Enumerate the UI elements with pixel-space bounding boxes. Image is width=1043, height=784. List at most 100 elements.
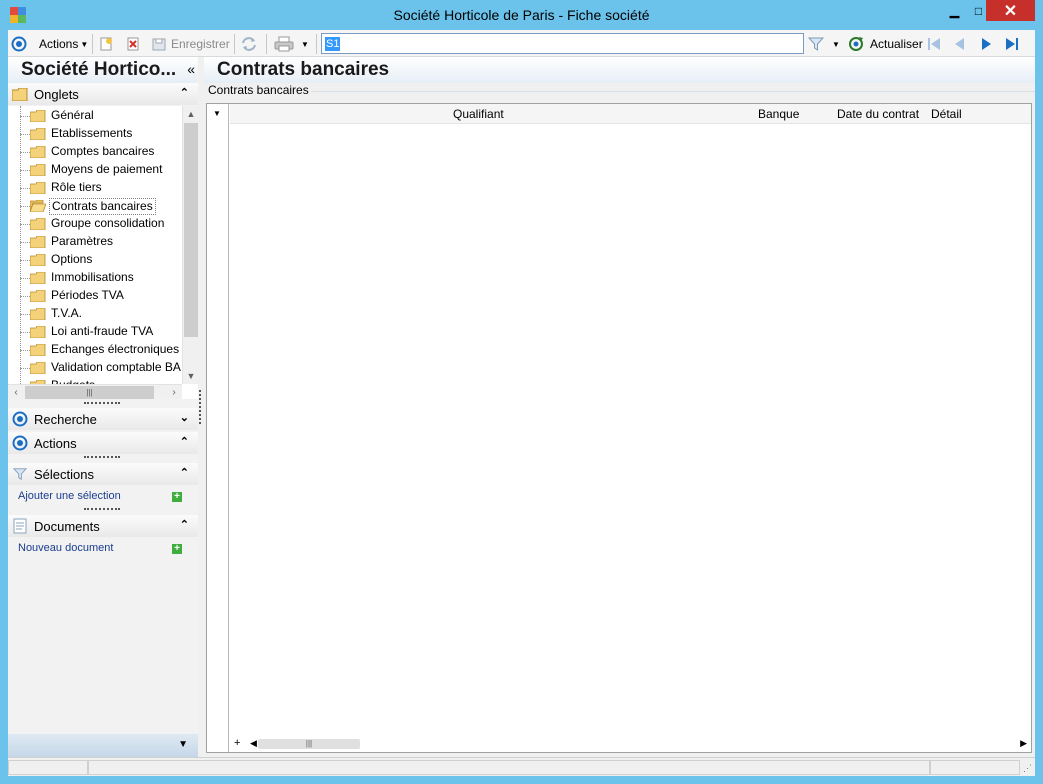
documents-section-header[interactable]: Documents ⌃: [8, 515, 198, 537]
delete-button[interactable]: [125, 34, 141, 54]
save-button[interactable]: Enregistrer: [151, 34, 230, 54]
chevron-up-icon[interactable]: ⌃: [180, 435, 189, 448]
first-record-button[interactable]: [926, 34, 942, 54]
add-selection-link[interactable]: Ajouter une sélection: [18, 490, 121, 502]
contracts-grid[interactable]: ▼ Qualifiant Banque Date du contrat Déta…: [206, 103, 1032, 753]
search-selected-text: S1: [325, 37, 341, 51]
column-header-banque[interactable]: Banque: [758, 107, 799, 121]
main-area: Contrats bancaires Contrats bancaires ▼ …: [204, 57, 1035, 757]
chevron-up-icon[interactable]: ⌃: [180, 86, 189, 99]
resize-grip[interactable]: [84, 456, 120, 458]
title-bar: Société Horticole de Paris - Fiche socié…: [0, 0, 1043, 30]
actions-section-header[interactable]: Actions ⌃: [8, 432, 198, 454]
scroll-down-icon[interactable]: ▼: [183, 368, 198, 384]
tree-item[interactable]: Options: [8, 251, 182, 269]
tree-item[interactable]: Périodes TVA: [8, 287, 182, 305]
resize-grip[interactable]: [84, 508, 120, 510]
save-icon: [152, 38, 166, 51]
refresh-label: Actualiser: [870, 37, 923, 51]
tree-vertical-scrollbar[interactable]: ▲ ▼: [182, 106, 198, 384]
tree-connector: [20, 314, 30, 315]
next-record-button[interactable]: [978, 34, 994, 54]
tree-item[interactable]: Comptes bancaires: [8, 143, 182, 161]
recherche-section-header[interactable]: Recherche ⌄: [8, 408, 198, 430]
actions-menu-button[interactable]: Actions ▼: [39, 34, 88, 54]
scroll-left-icon[interactable]: ◀: [250, 738, 257, 749]
search-input[interactable]: [324, 35, 801, 52]
chevron-down-icon[interactable]: ▼: [213, 109, 221, 118]
scroll-thumb[interactable]: |||: [25, 386, 154, 399]
print-button[interactable]: ▼: [274, 34, 309, 54]
tree-item[interactable]: Général: [8, 107, 182, 125]
chevron-down-icon[interactable]: ▼: [178, 739, 188, 750]
tree-connector: [20, 350, 30, 351]
onglets-section-header[interactable]: Onglets ⌃: [8, 83, 198, 105]
new-document-icon: [100, 37, 112, 51]
selections-section-header[interactable]: Sélections ⌃: [8, 463, 198, 485]
previous-icon: [955, 38, 964, 50]
tree-connector: [20, 206, 30, 207]
actions-section-label: Actions: [34, 435, 77, 451]
tree-connector: [20, 224, 30, 225]
tree-item[interactable]: Loi anti-fraude TVA: [8, 323, 182, 341]
tree-item-label: Général: [51, 108, 94, 122]
filter-button[interactable]: ▼: [808, 34, 840, 54]
tree-item[interactable]: Etablissements: [8, 125, 182, 143]
tree-item[interactable]: Echanges électroniques: [8, 341, 182, 359]
toolbar-separator: [316, 34, 317, 54]
grid-scroll-thumb[interactable]: |||: [258, 739, 360, 749]
sync-button[interactable]: [240, 34, 258, 54]
collapse-panel-button[interactable]: «: [187, 61, 195, 77]
column-header-qualifiant[interactable]: Qualifiant: [453, 107, 504, 121]
resize-grip[interactable]: [84, 402, 120, 404]
left-panel: Société Hortico... « Onglets ⌃ Général Et…: [8, 57, 198, 757]
tree-item[interactable]: Budgets: [8, 377, 182, 384]
tree-connector: [20, 296, 30, 297]
last-icon: [1006, 38, 1018, 50]
search-box[interactable]: S1: [321, 33, 804, 54]
folder-icon: [30, 146, 46, 158]
scroll-right-icon[interactable]: ▶: [1020, 738, 1027, 749]
refresh-icon: [849, 37, 863, 51]
tree-item[interactable]: Moyens de paiement: [8, 161, 182, 179]
new-document-plus-icon[interactable]: +: [172, 544, 182, 554]
printer-icon: [274, 36, 294, 52]
actions-circle-icon[interactable]: [11, 34, 27, 54]
window-title: Société Horticole de Paris - Fiche socié…: [393, 7, 650, 23]
refresh-button[interactable]: Actualiser: [848, 34, 923, 54]
tree-item[interactable]: Validation comptable BA: [8, 359, 182, 377]
add-selection-plus-icon[interactable]: +: [172, 492, 182, 502]
column-header-detail[interactable]: Détail: [931, 107, 962, 121]
new-record-button[interactable]: [98, 34, 114, 54]
folder-icon: [30, 254, 46, 266]
toolbar: Actions ▼ Enregistrer ▼ S1 ▼ Actualiser: [8, 30, 1035, 57]
tree-connector: [20, 368, 30, 369]
new-document-link[interactable]: Nouveau document: [18, 542, 113, 554]
scroll-up-icon[interactable]: ▲: [183, 106, 198, 122]
resize-grip-icon[interactable]: ⋰: [1023, 763, 1032, 774]
close-button[interactable]: ✕: [986, 0, 1035, 21]
chevron-up-icon[interactable]: ⌃: [180, 466, 189, 479]
onglets-section-label: Onglets: [34, 86, 79, 102]
tree-item-label: Options: [51, 252, 93, 266]
panel-splitter[interactable]: [199, 390, 201, 424]
tree-connector: [20, 170, 30, 171]
column-header-date-du-contrat[interactable]: Date du contrat: [837, 107, 919, 121]
scroll-right-icon[interactable]: ›: [166, 385, 182, 399]
scroll-left-icon[interactable]: ‹: [8, 385, 24, 399]
tree-item[interactable]: Paramètres: [8, 233, 182, 251]
tree-item[interactable]: Immobilisations: [8, 269, 182, 287]
scroll-thumb[interactable]: [184, 123, 198, 337]
last-record-button[interactable]: [1004, 34, 1020, 54]
tree-item[interactable]: Groupe consolidation: [8, 215, 182, 233]
status-bar: ⋰: [8, 757, 1035, 776]
previous-record-button[interactable]: [952, 34, 968, 54]
chevron-down-icon[interactable]: ⌄: [180, 411, 189, 424]
chevron-up-icon[interactable]: ⌃: [180, 518, 189, 531]
tree-item[interactable]: T.V.A.: [8, 305, 182, 323]
tree-item[interactable]: Rôle tiers: [8, 179, 182, 197]
add-row-icon[interactable]: +: [234, 737, 240, 749]
tree-item[interactable]: Contrats bancaires: [8, 197, 182, 215]
folder-icon: [30, 344, 46, 356]
tree-horizontal-scrollbar[interactable]: ‹ ||| ›: [8, 384, 182, 399]
